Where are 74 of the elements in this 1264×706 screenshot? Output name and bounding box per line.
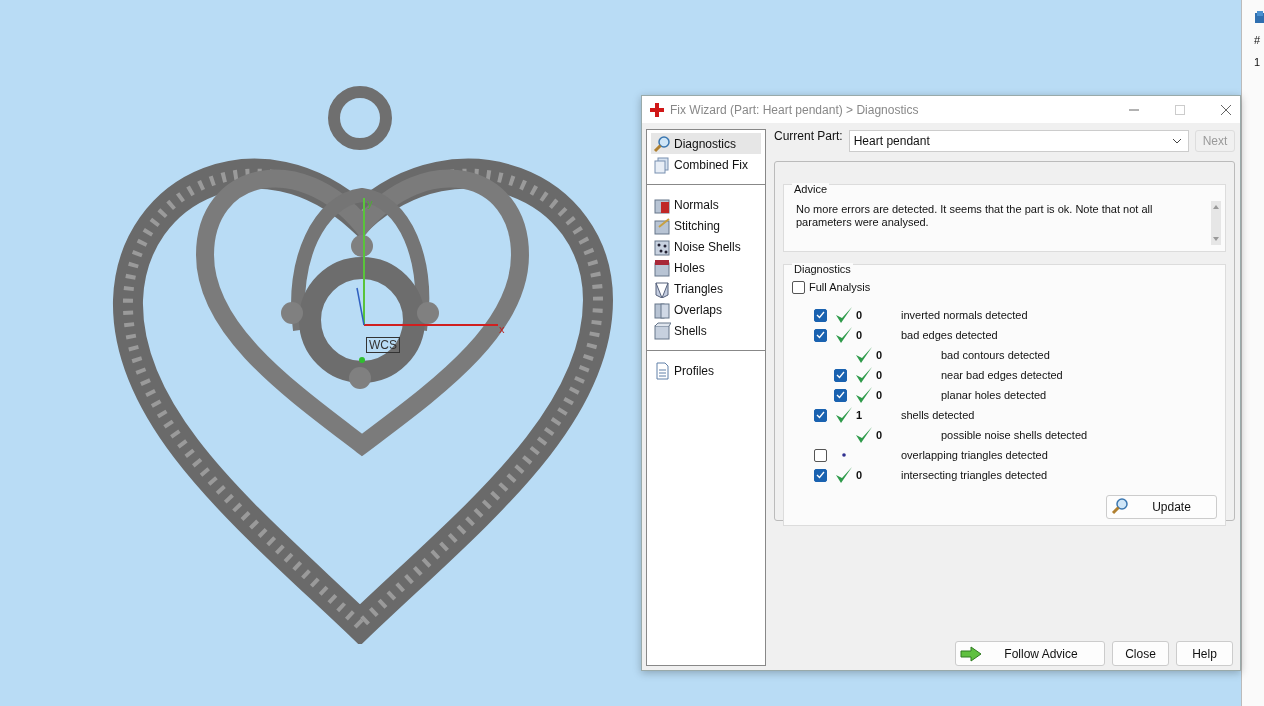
- nav-item[interactable]: Triangles: [651, 278, 761, 299]
- checkmark-icon: [816, 411, 825, 419]
- chevron-down-icon: [1172, 138, 1182, 144]
- part-dropdown[interactable]: Heart pendant: [848, 130, 1189, 152]
- advice-text: No more errors are detected. It seems that the part is ok. Note that not all parameters were analysed.: [796, 203, 1154, 229]
- checkbox[interactable]: [834, 388, 847, 402]
- field-label: Current Part:: [774, 129, 843, 143]
- checkmark-icon: [836, 391, 845, 399]
- count-value: 0: [876, 429, 883, 441]
- diagnostic-label: intersecting triangles detected: [901, 469, 1048, 481]
- checkbox-label: Full Analysis: [809, 281, 871, 293]
- checkbox[interactable]: [792, 280, 805, 294]
- cubes-icon: [653, 155, 671, 174]
- checkmark-icon: [816, 311, 825, 319]
- arrow-right-icon: [960, 645, 982, 662]
- checkmark-icon: [816, 471, 825, 479]
- origin-point: [359, 357, 365, 363]
- count-value: 0: [876, 349, 883, 361]
- document-icon: [653, 361, 671, 380]
- nav-item[interactable]: Profiles: [651, 360, 761, 381]
- nav-item[interactable]: Noise Shells: [651, 236, 761, 257]
- follow-advice-button[interactable]: Follow Advice: [955, 641, 1105, 666]
- update-button[interactable]: Update: [1106, 495, 1217, 519]
- checkbox[interactable]: [814, 448, 827, 462]
- column-header: #: [1254, 34, 1261, 46]
- nav-item[interactable]: Stitching: [651, 215, 761, 236]
- dialog-button[interactable]: Close: [1112, 641, 1169, 666]
- cube-icon: [1254, 10, 1264, 24]
- dialog-button[interactable]: Help: [1176, 641, 1233, 666]
- diagnostic-label: near bad edges detected: [941, 369, 1063, 381]
- checkbox[interactable]: [814, 308, 827, 322]
- diagnostic-label: possible noise shells detected: [941, 429, 1088, 441]
- cube-icon: [653, 216, 671, 235]
- diagnostic-label: planar holes detected: [941, 389, 1047, 401]
- scrollbar-icon: [1211, 201, 1221, 245]
- axis-label: y: [367, 197, 373, 209]
- nav-item[interactable]: Combined Fix: [651, 154, 761, 175]
- window-title: Fix Wizard (Part: Heart pendant) > Diagnostics: [670, 102, 920, 117]
- count-value: 0: [856, 329, 863, 341]
- cross-icon: [650, 102, 664, 117]
- count-value: 0: [856, 309, 863, 321]
- checkbox[interactable]: [814, 328, 827, 342]
- nav-item[interactable]: Holes: [651, 257, 761, 278]
- cube-icon: [653, 321, 671, 340]
- triangle-cube-icon: [653, 279, 671, 298]
- close-icon[interactable]: [1220, 103, 1232, 116]
- nav-item[interactable]: Shells: [651, 320, 761, 341]
- nav-item[interactable]: Normals: [651, 194, 761, 215]
- dotted-cube-icon: [653, 237, 671, 256]
- nav-item[interactable]: Overlaps: [651, 299, 761, 320]
- magnifier-icon: [1111, 497, 1131, 517]
- group-title: Diagnostics: [792, 263, 853, 275]
- checkbox[interactable]: [814, 408, 827, 422]
- diagnostic-label: shells detected: [901, 409, 975, 421]
- diagnostic-label: overlapping triangles detected: [901, 449, 1048, 461]
- count-value: 0: [876, 369, 883, 381]
- axis-label: x: [499, 323, 505, 335]
- magnifier-icon: [653, 134, 671, 153]
- count-value: 0: [876, 389, 883, 401]
- count-value: 1: [856, 409, 863, 421]
- diagnostic-label: bad contours detected: [941, 349, 1050, 361]
- checkmark-icon: [836, 371, 845, 379]
- checkmark-icon: [816, 331, 825, 339]
- group-title: Advice: [792, 183, 830, 195]
- nav-item[interactable]: Diagnostics: [651, 133, 761, 154]
- cubes-icon: [653, 300, 671, 319]
- checkbox[interactable]: [814, 468, 827, 482]
- checkbox[interactable]: [834, 368, 847, 382]
- diagnostic-label: inverted normals detected: [901, 309, 1028, 321]
- cube-icon: [653, 258, 671, 277]
- frame-label: WCS: [366, 337, 400, 353]
- count-value: 0: [856, 469, 863, 481]
- table-cell: 1: [1254, 56, 1261, 68]
- diagnostic-label: bad edges detected: [901, 329, 998, 341]
